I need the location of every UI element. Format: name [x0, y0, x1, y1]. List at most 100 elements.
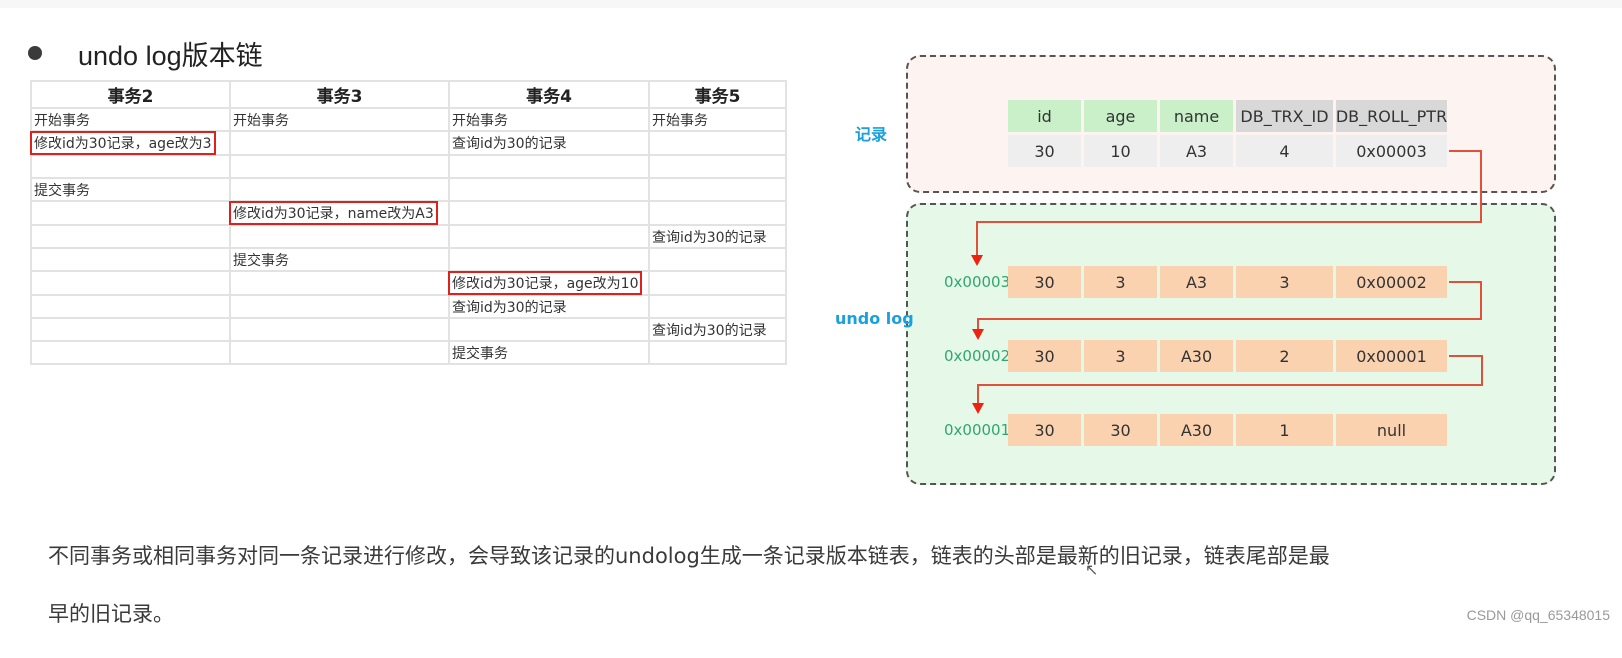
table-cell: 开始事务	[648, 107, 787, 132]
table-cell: 提交事务	[229, 247, 450, 272]
table-cell: 查询id为30的记录	[648, 224, 787, 249]
record-header-age: age	[1084, 100, 1157, 132]
table-cell	[648, 340, 787, 365]
undo-address-label: 0x00002	[944, 347, 1011, 365]
highlighted-operation: 修改id为30记录，age改为10	[447, 271, 643, 295]
table-cell	[648, 294, 787, 319]
undo-value-cell: 30	[1084, 414, 1157, 446]
undo-value-cell: A3	[1160, 266, 1233, 298]
highlighted-operation: 修改id为30记录，age改为3	[30, 131, 216, 155]
table-row: 查询id为30的记录	[30, 294, 787, 319]
undo-value-cell: 2	[1236, 340, 1333, 372]
table-cell	[648, 154, 787, 179]
table-cell	[30, 247, 231, 272]
table-cell: 开始事务	[229, 107, 450, 132]
record-value-cell: A3	[1160, 135, 1233, 167]
undo-value-cell: 0x00001	[1336, 340, 1447, 372]
table-cell	[30, 154, 231, 179]
table-cell	[229, 130, 450, 156]
table-row: 查询id为30的记录	[30, 317, 787, 342]
record-value-cell: 0x00003	[1336, 135, 1447, 167]
table-row: 提交事务	[30, 247, 787, 272]
table-cell	[448, 224, 650, 249]
table-cell	[229, 294, 450, 319]
record-header-db-trx-id: DB_TRX_ID	[1236, 100, 1333, 132]
table-cell	[30, 294, 231, 319]
description-line-2: 早的旧记录。	[48, 602, 174, 626]
table-cell	[648, 200, 787, 226]
undo-value-cell: null	[1336, 414, 1447, 446]
undo-value-cell: 3	[1084, 266, 1157, 298]
table-cell	[448, 177, 650, 202]
description-line-1: 不同事务或相同事务对同一条记录进行修改，会导致该记录的undolog生成一条记录…	[48, 544, 1330, 568]
column-header-tx2: 事务2	[30, 80, 231, 109]
undo-value-cell: A30	[1160, 340, 1233, 372]
slide-title: undo log版本链	[22, 32, 263, 74]
table-cell	[448, 317, 650, 342]
undo-value-cell: 30	[1008, 340, 1081, 372]
undo-log-label: undo log	[835, 309, 914, 328]
mouse-cursor-icon: ↖	[1085, 560, 1099, 579]
table-cell	[30, 224, 231, 249]
table-cell: 修改id为30记录，name改为A3	[229, 200, 450, 226]
table-cell	[648, 270, 787, 296]
table-cell	[30, 200, 231, 226]
table-row	[30, 154, 787, 179]
table-cell	[30, 340, 231, 365]
undo-value-cell: 30	[1008, 414, 1081, 446]
top-strip	[0, 0, 1622, 8]
table-cell	[30, 317, 231, 342]
table-header-row: 事务2 事务3 事务4 事务5	[30, 80, 787, 109]
table-cell	[448, 247, 650, 272]
record-label: 记录	[855, 125, 888, 144]
table-row: 提交事务	[30, 340, 787, 365]
table-cell: 提交事务	[448, 340, 650, 365]
column-header-tx4: 事务4	[448, 80, 650, 109]
table-cell	[229, 317, 450, 342]
table-cell	[229, 270, 450, 296]
table-cell: 修改id为30记录，age改为10	[447, 270, 650, 296]
table-cell	[30, 270, 231, 296]
table-cell	[648, 130, 787, 156]
table-cell	[648, 177, 787, 202]
table-row: 提交事务	[30, 177, 787, 202]
table-cell	[229, 154, 450, 179]
record-header-name: name	[1160, 100, 1233, 132]
table-cell: 查询id为30的记录	[648, 317, 787, 342]
undo-value-cell: 3	[1236, 266, 1333, 298]
record-header-id: id	[1008, 100, 1081, 132]
bullet-icon	[28, 46, 42, 60]
undo-address-label: 0x00003	[944, 273, 1011, 291]
table-cell: 查询id为30的记录	[448, 294, 650, 319]
highlighted-operation: 修改id为30记录，name改为A3	[229, 201, 438, 225]
table-cell	[448, 200, 650, 226]
table-cell	[448, 154, 650, 179]
watermark: CSDN @qq_65348015	[1466, 607, 1610, 623]
table-row: 查询id为30的记录	[30, 224, 787, 249]
undo-value-cell: A30	[1160, 414, 1233, 446]
table-row: 修改id为30记录，name改为A3	[30, 200, 787, 226]
table-cell	[229, 340, 450, 365]
table-row: 修改id为30记录，age改为10	[30, 270, 787, 296]
transaction-table: 事务2 事务3 事务4 事务5 开始事务 开始事务 开始事务 开始事务 修改id为30记录，a…	[30, 80, 787, 365]
table-cell: 开始事务	[448, 107, 650, 132]
title-text: undo log版本链	[78, 40, 263, 71]
table-cell	[229, 224, 450, 249]
record-value-cell: 10	[1084, 135, 1157, 167]
undo-value-cell: 3	[1084, 340, 1157, 372]
table-row: 修改id为30记录，age改为3 查询id为30的记录	[30, 130, 787, 156]
table-cell	[229, 177, 450, 202]
table-cell: 提交事务	[30, 177, 231, 202]
column-header-tx5: 事务5	[648, 80, 787, 109]
record-header-db-roll-ptr: DB_ROLL_PTR	[1336, 100, 1447, 132]
table-cell: 开始事务	[30, 107, 231, 132]
undo-value-cell: 30	[1008, 266, 1081, 298]
undo-value-cell: 0x00002	[1336, 266, 1447, 298]
table-cell: 查询id为30的记录	[448, 130, 650, 156]
table-row: 开始事务 开始事务 开始事务 开始事务	[30, 107, 787, 132]
table-cell: 修改id为30记录，age改为3	[30, 130, 231, 156]
record-value-cell: 30	[1008, 135, 1081, 167]
column-header-tx3: 事务3	[229, 80, 450, 109]
undo-address-label: 0x00001	[944, 421, 1011, 439]
undo-value-cell: 1	[1236, 414, 1333, 446]
